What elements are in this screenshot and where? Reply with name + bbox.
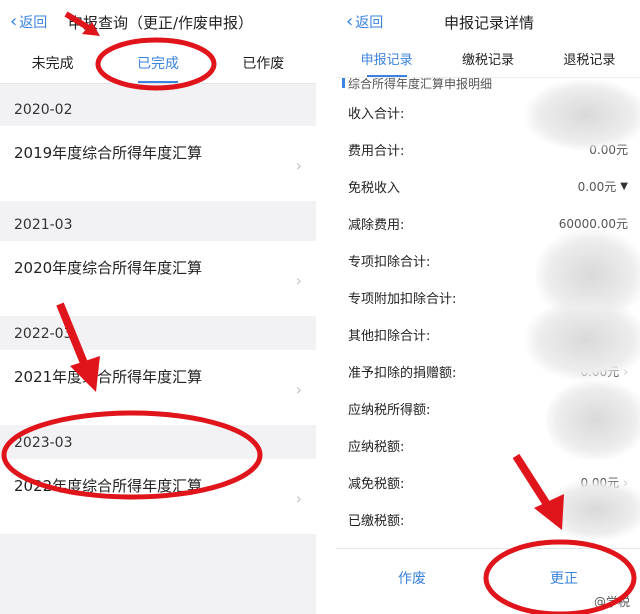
detail-list: 收入合计: 费用合计: 0.00元 免税收入 0.00元 ▼ 减除费用: 60000.0…: [336, 94, 640, 538]
row-value: 60000.00元: [558, 217, 628, 231]
chevron-right-icon: ›: [295, 271, 302, 290]
detail-row: 专项扣除合计:: [336, 242, 640, 279]
row-label: 费用合计:: [348, 144, 405, 159]
tab-voided[interactable]: 已作废: [211, 44, 316, 83]
row-label: 收入合计:: [348, 107, 405, 122]
detail-row[interactable]: 准予扣除的捐赠额: 0.00元 ›: [336, 353, 640, 390]
back-label: 返回: [355, 15, 384, 31]
row-value-text: 0.00元: [577, 180, 617, 194]
row-value-text: 0.00元: [580, 365, 620, 379]
back-button[interactable]: ‹ 返回: [10, 12, 47, 32]
back-button[interactable]: ‹ 返回: [346, 12, 383, 32]
detail-row: 专项附加扣除合计:: [336, 279, 640, 316]
record-item-highlighted[interactable]: 2022年度综合所得年度汇算 ›: [0, 459, 316, 534]
page-title: 申报查询（更正/作废申报）: [68, 14, 254, 32]
record-title: 2019年度综合所得年度汇算: [14, 144, 203, 162]
row-label: 专项扣除合计:: [348, 255, 431, 270]
detail-row: 费用合计: 0.00元: [336, 131, 640, 168]
period-header: 2022-03: [0, 318, 316, 350]
query-navbar: ‹ 返回 申报查询（更正/作废申报）: [0, 0, 316, 44]
query-screen: ‹ 返回 申报查询（更正/作废申报） 未完成 已完成 已作废 2020-02 2…: [0, 0, 316, 614]
row-label: 其他扣除合计:: [348, 329, 431, 344]
row-value-with-dropdown: 0.00元 ▼: [578, 178, 628, 195]
detail-row[interactable]: 免税收入 0.00元 ▼: [336, 168, 640, 205]
period-header: 2020-02: [0, 94, 316, 126]
tab-refund-records[interactable]: 退税记录: [539, 44, 640, 77]
detail-row: 其他扣除合计:: [336, 316, 640, 353]
section-title: 综合所得年度汇算申报明细: [336, 78, 640, 94]
row-value: 0.00元: [589, 143, 628, 157]
row-label: 应纳税所得额:: [348, 403, 431, 418]
record-item[interactable]: 2019年度综合所得年度汇算 ›: [0, 126, 316, 201]
record-title: 2021年度综合所得年度汇算: [14, 368, 203, 386]
void-button[interactable]: 作废: [336, 549, 488, 614]
record-item[interactable]: 2020年度综合所得年度汇算 ›: [0, 241, 316, 316]
tab-completed[interactable]: 已完成: [105, 44, 210, 83]
row-value-with-chevron: 0.00元 ›: [580, 363, 628, 380]
detail-tabs: 申报记录 缴税记录 退税记录: [336, 44, 640, 78]
row-label: 减除费用:: [348, 218, 405, 233]
row-value-text: 0.00元: [580, 476, 620, 490]
row-label: 减免税额:: [348, 477, 405, 492]
record-item[interactable]: 2021年度综合所得年度汇算 ›: [0, 350, 316, 425]
tab-declaration-records[interactable]: 申报记录: [336, 44, 437, 77]
row-label: 免税收入: [348, 181, 401, 196]
chevron-right-icon: ›: [623, 364, 628, 379]
detail-row: 应纳税额:: [336, 427, 640, 464]
chevron-right-icon: ›: [295, 156, 302, 175]
detail-navbar: ‹ 返回 申报记录详情: [336, 0, 640, 44]
record-title: 2020年度综合所得年度汇算: [14, 259, 203, 277]
row-label: 应纳税额:: [348, 440, 405, 455]
tab-payment-records[interactable]: 缴税记录: [437, 44, 538, 77]
detail-row: 减除费用: 60000.00元: [336, 205, 640, 242]
separator: [0, 201, 316, 209]
detail-row[interactable]: 减免税额: 0.00元 ›: [336, 464, 640, 501]
page-title: 申报记录详情: [444, 14, 535, 32]
caret-down-icon[interactable]: ▼: [620, 181, 628, 192]
watermark: @学税: [593, 595, 630, 609]
row-label: 专项附加扣除合计:: [348, 292, 457, 307]
detail-row: 应纳税所得额:: [336, 390, 640, 427]
detail-row: 已缴税额:: [336, 501, 640, 538]
record-title: 2022年度综合所得年度汇算: [14, 477, 203, 495]
row-label: 准予扣除的捐赠额:: [348, 366, 457, 381]
status-tabs: 未完成 已完成 已作废: [0, 44, 316, 84]
chevron-left-icon: ‹: [10, 11, 18, 32]
tab-incomplete[interactable]: 未完成: [0, 44, 105, 83]
row-label: 已缴税额:: [348, 514, 405, 529]
detail-screen: ‹ 返回 申报记录详情 申报记录 缴税记录 退税记录 综合所得年度汇算申报明细 …: [336, 0, 640, 614]
detail-row: 收入合计:: [336, 94, 640, 131]
back-label: 返回: [19, 15, 48, 31]
chevron-right-icon: ›: [623, 475, 628, 490]
period-header: 2021-03: [0, 209, 316, 241]
period-header: 2023-03: [0, 427, 316, 459]
chevron-right-icon: ›: [295, 380, 302, 399]
chevron-left-icon: ‹: [346, 11, 354, 32]
chevron-right-icon: ›: [295, 489, 302, 508]
row-value-with-chevron: 0.00元 ›: [580, 474, 628, 491]
